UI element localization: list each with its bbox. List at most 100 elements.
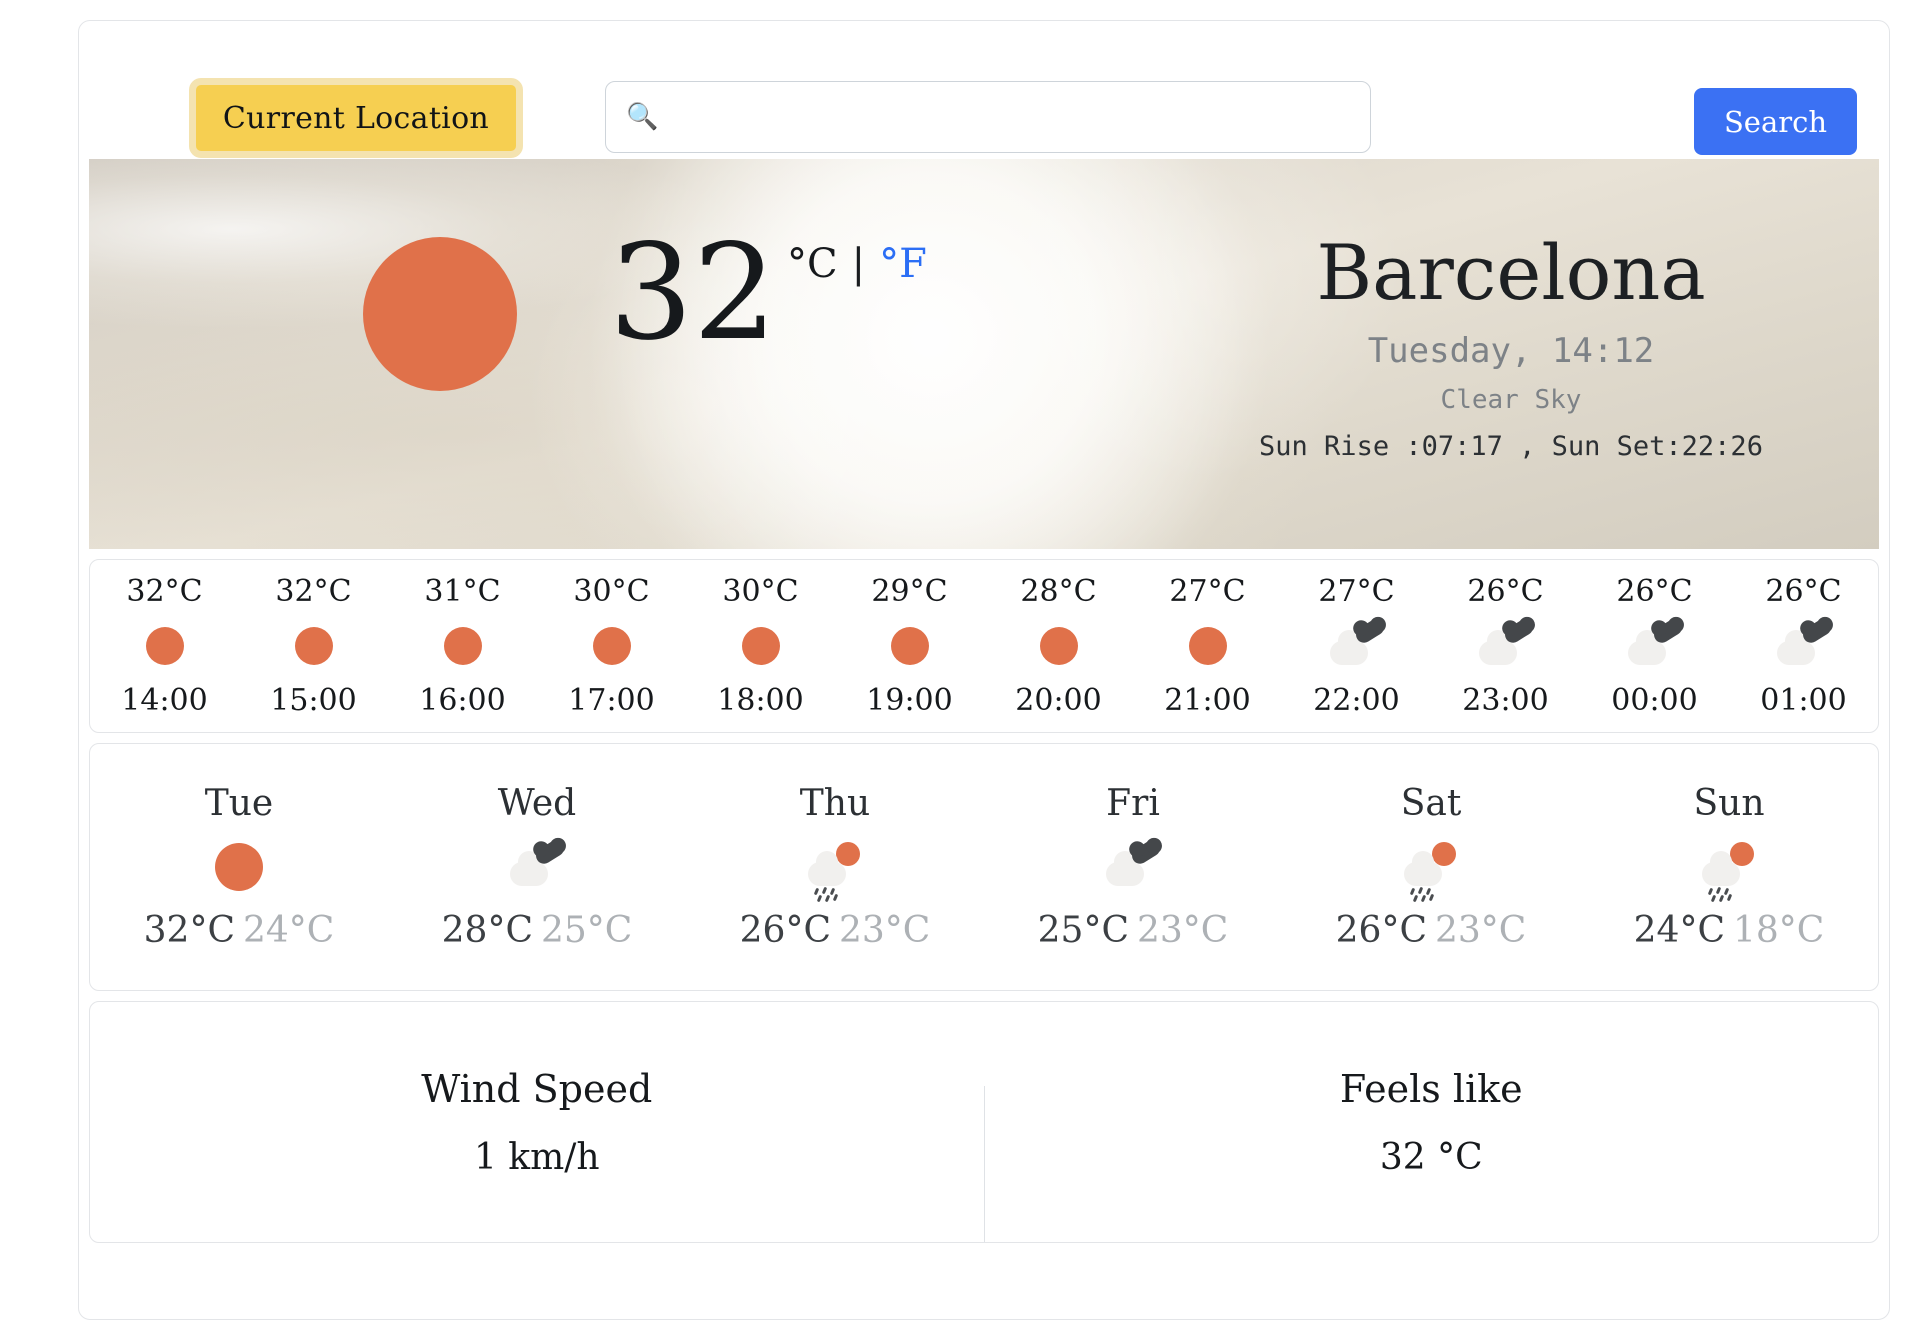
- sun-icon: [285, 623, 343, 669]
- sunrise-sunset-text: Sun Rise :07:17 , Sun Set:22:26: [1259, 430, 1763, 462]
- hourly-temperature: 26°C: [1616, 574, 1693, 609]
- daily-temperatures: 32°C 24°C: [144, 910, 335, 951]
- feels-like-label: Feels like: [1339, 1066, 1523, 1111]
- unit-fahrenheit-button[interactable]: °F: [879, 241, 927, 287]
- search-input[interactable]: [605, 81, 1371, 153]
- daily-temperatures: 26°C 23°C: [1336, 910, 1527, 951]
- hourly-temperature: 26°C: [1765, 574, 1842, 609]
- hourly-forecast-item: 27°C 21:00: [1133, 574, 1282, 718]
- daily-max-temp: 24°C: [1633, 910, 1725, 951]
- daily-day-name: Tue: [204, 783, 274, 824]
- daily-min-temp: 24°C: [243, 910, 335, 951]
- hourly-time: 00:00: [1611, 683, 1698, 718]
- unit-celsius-button[interactable]: °C: [787, 241, 838, 287]
- sun-icon: [732, 623, 790, 669]
- daily-max-temp: 32°C: [143, 910, 235, 951]
- city-name: Barcelona: [1316, 228, 1706, 317]
- hourly-temperature: 29°C: [871, 574, 948, 609]
- hourly-forecast-item: 31°C 16:00: [388, 574, 537, 718]
- daily-forecast-item: Wed 28°C 25°C: [388, 783, 686, 951]
- search-button[interactable]: Search: [1694, 88, 1857, 155]
- wind-speed-label: Wind Speed: [421, 1066, 653, 1111]
- sun-shower-icon: [1700, 842, 1758, 903]
- hourly-time: 15:00: [270, 683, 357, 718]
- current-location-button[interactable]: Current Location: [189, 78, 523, 158]
- daily-forecast-item: Sun 24°C 18°C: [1580, 783, 1878, 951]
- hourly-time: 17:00: [568, 683, 655, 718]
- hourly-time: 18:00: [717, 683, 804, 718]
- sun-shower-icon: [1402, 842, 1460, 903]
- sun-icon: [363, 237, 517, 391]
- wind-speed-stat: Wind Speed 1 km/h: [90, 1002, 984, 1242]
- daily-forecast-item: Fri 25°C 23°C: [984, 783, 1282, 951]
- daily-temperatures: 24°C 18°C: [1634, 910, 1825, 951]
- sun-icon: [434, 623, 492, 669]
- current-weather-hero: 32 °C | °F Barcelona Tuesday, 14:12 Clea…: [89, 159, 1879, 549]
- daily-forecast-item: Sat 26°C 23°C: [1282, 783, 1580, 951]
- hourly-temperature: 30°C: [722, 574, 799, 609]
- hourly-forecast-card: 32°C 14:00 32°C 15:00 31°C 16:00 30°C 17:00 30°C…: [89, 559, 1879, 733]
- sun-icon: [210, 843, 268, 891]
- daily-min-temp: 23°C: [839, 910, 931, 951]
- daily-forecast-card: Tue 32°C 24°C Wed 28°C 25°C Thu 26°C 23°C Fri 25°C…: [89, 743, 1879, 991]
- daily-forecast-item: Thu 26°C 23°C: [686, 783, 984, 951]
- broken-clouds-icon: [1775, 616, 1834, 669]
- feels-like-value: 32 °C: [1379, 1136, 1483, 1178]
- weather-description: Clear Sky: [1440, 384, 1582, 415]
- hourly-time: 23:00: [1462, 683, 1549, 718]
- daily-day-name: Sat: [1400, 783, 1462, 824]
- broken-clouds-icon: [1328, 616, 1387, 669]
- hourly-temperature: 27°C: [1169, 574, 1246, 609]
- daily-day-name: Sun: [1693, 783, 1765, 824]
- daily-min-temp: 23°C: [1435, 910, 1527, 951]
- hourly-temperature: 31°C: [424, 574, 501, 609]
- hourly-time: 14:00: [121, 683, 208, 718]
- hourly-time: 19:00: [866, 683, 953, 718]
- daily-min-temp: 23°C: [1137, 910, 1229, 951]
- daily-max-temp: 26°C: [1335, 910, 1427, 951]
- hourly-temperature: 28°C: [1020, 574, 1097, 609]
- hourly-forecast-item: 30°C 18:00: [686, 574, 835, 718]
- sun-shower-icon: [806, 842, 864, 903]
- daily-max-temp: 25°C: [1037, 910, 1129, 951]
- weather-stats-card: Wind Speed 1 km/h Feels like 32 °C: [89, 1001, 1879, 1243]
- wind-speed-value: 1 km/h: [473, 1136, 600, 1178]
- daily-max-temp: 26°C: [739, 910, 831, 951]
- daily-day-name: Thu: [799, 783, 871, 824]
- daily-temperatures: 25°C 23°C: [1038, 910, 1229, 951]
- hourly-forecast-item: 28°C 20:00: [984, 574, 1133, 718]
- daily-forecast-item: Tue 32°C 24°C: [90, 783, 388, 951]
- hourly-forecast-item: 32°C 15:00: [239, 574, 388, 718]
- hourly-temperature: 32°C: [126, 574, 203, 609]
- daily-day-name: Wed: [497, 783, 577, 824]
- sun-icon: [1179, 623, 1237, 669]
- sun-icon: [583, 623, 641, 669]
- weather-stats-row: Wind Speed 1 km/h Feels like 32 °C: [90, 1002, 1878, 1242]
- hourly-temperature: 32°C: [275, 574, 352, 609]
- hourly-forecast-item: 26°C 00:00: [1580, 574, 1729, 718]
- hourly-forecast-item: 32°C 14:00: [90, 574, 239, 718]
- hourly-temperature: 30°C: [573, 574, 650, 609]
- hourly-forecast-item: 29°C 19:00: [835, 574, 984, 718]
- hourly-time: 20:00: [1015, 683, 1102, 718]
- daily-forecast-row: Tue 32°C 24°C Wed 28°C 25°C Thu 26°C 23°C Fri 25°C…: [90, 744, 1878, 990]
- hourly-forecast-item: 26°C 01:00: [1729, 574, 1878, 718]
- broken-clouds-icon: [1626, 616, 1685, 669]
- daily-temperatures: 26°C 23°C: [740, 910, 931, 951]
- hourly-forecast-item: 30°C 17:00: [537, 574, 686, 718]
- broken-clouds-icon: [1477, 616, 1536, 669]
- broken-clouds-icon: [508, 837, 567, 890]
- current-temperature-value: 32: [609, 216, 777, 370]
- daily-max-temp: 28°C: [441, 910, 533, 951]
- location-info: Barcelona Tuesday, 14:12 Clear Sky Sun R…: [1191, 231, 1831, 462]
- daily-temperatures: 28°C 25°C: [442, 910, 633, 951]
- broken-clouds-icon: [1104, 837, 1163, 890]
- hourly-forecast-item: 26°C 23:00: [1431, 574, 1580, 718]
- daily-min-temp: 18°C: [1733, 910, 1825, 951]
- search-field-wrapper: [605, 81, 1371, 153]
- app-header: Current Location Search: [79, 21, 1889, 159]
- hourly-time: 16:00: [419, 683, 506, 718]
- hourly-forecast-row: 32°C 14:00 32°C 15:00 31°C 16:00 30°C 17:00 30°C…: [90, 560, 1878, 732]
- sun-icon: [136, 623, 194, 669]
- hourly-time: 22:00: [1313, 683, 1400, 718]
